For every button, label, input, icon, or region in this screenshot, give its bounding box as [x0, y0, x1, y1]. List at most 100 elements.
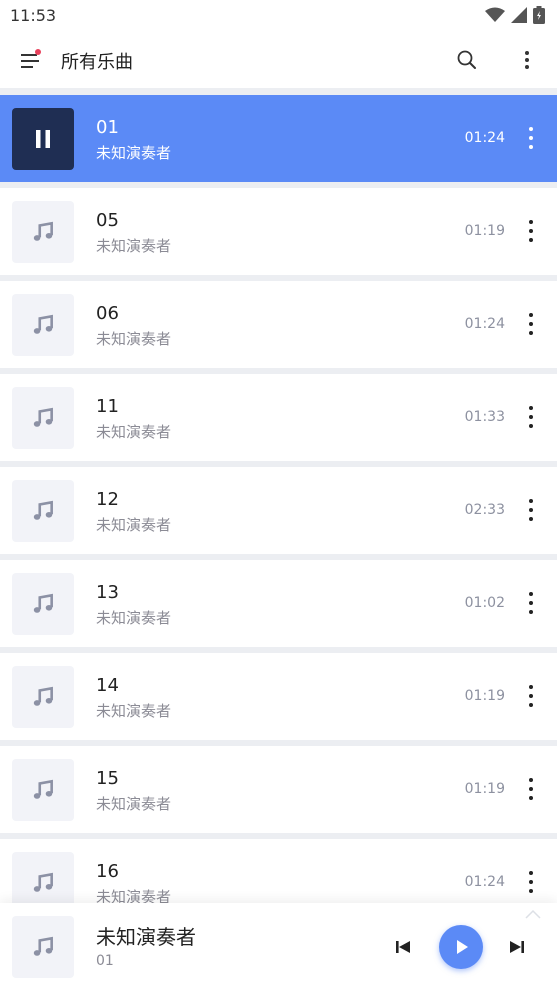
music-note-icon: [33, 221, 53, 241]
more-vert-dot: [529, 694, 533, 698]
music-note-icon: [33, 407, 53, 427]
track-duration: 01:19: [464, 223, 505, 239]
player-subtitle: 01: [96, 953, 114, 969]
more-vert-icon: [525, 51, 529, 69]
track-row[interactable]: 12 未知演奏者 02:33: [0, 467, 557, 554]
track-row[interactable]: 01 未知演奏者 01:24: [0, 95, 557, 182]
more-vert-icon: [529, 499, 533, 503]
music-note-icon: [33, 686, 53, 706]
more-vert-icon: [529, 406, 533, 410]
more-vert-dot: [529, 331, 533, 335]
track-name: 06: [96, 303, 119, 324]
track-duration: 01:24: [464, 874, 505, 890]
track-more-button[interactable]: [527, 406, 535, 428]
track-row[interactable]: 06 未知演奏者 01:24: [0, 281, 557, 368]
more-vert-dot: [529, 889, 533, 893]
more-vert-dot: [529, 880, 533, 884]
music-note-icon: [33, 779, 53, 799]
more-vert-icon: [529, 685, 533, 689]
more-vert-icon: [529, 778, 533, 782]
search-icon: [457, 50, 476, 69]
wifi-icon: [485, 7, 505, 22]
track-artist: 未知演奏者: [96, 795, 172, 813]
track-artwork[interactable]: [12, 294, 74, 356]
track-more-button[interactable]: [527, 127, 535, 149]
track-row[interactable]: 13 未知演奏者 01:02: [0, 560, 557, 647]
more-vert-icon: [529, 871, 533, 875]
next-button[interactable]: [507, 937, 527, 957]
menu-button[interactable]: [18, 46, 46, 74]
track-name: 05: [96, 210, 119, 231]
more-vert-dot: [529, 424, 533, 428]
track-more-button[interactable]: [527, 871, 535, 893]
track-more-button[interactable]: [527, 778, 535, 800]
status-time: 11:53: [10, 6, 57, 25]
player-artwork: [12, 916, 74, 978]
track-row[interactable]: 14 未知演奏者 01:19: [0, 653, 557, 740]
track-artwork[interactable]: [12, 387, 74, 449]
more-vert-icon: [529, 220, 533, 224]
track-name: 12: [96, 489, 119, 510]
page-title: 所有乐曲: [61, 52, 133, 73]
search-button[interactable]: [455, 48, 479, 72]
menu-icon: [21, 49, 41, 68]
battery-icon: [533, 6, 545, 24]
more-vert-icon: [529, 127, 533, 131]
track-duration: 01:24: [464, 316, 505, 332]
track-artist: 未知演奏者: [96, 423, 172, 441]
track-artist: 未知演奏者: [96, 702, 172, 720]
chevron-up-icon[interactable]: [523, 908, 543, 920]
track-artwork[interactable]: [12, 759, 74, 821]
track-artist: 未知演奏者: [96, 609, 172, 627]
track-row[interactable]: 11 未知演奏者 01:33: [0, 374, 557, 461]
track-name: 01: [96, 117, 119, 138]
track-duration: 01:19: [464, 688, 505, 704]
more-vert-dot: [529, 508, 533, 512]
system-icons: [485, 6, 545, 24]
track-row[interactable]: 05 未知演奏者 01:19: [0, 188, 557, 275]
more-vert-dot: [529, 229, 533, 233]
overflow-menu-button[interactable]: [515, 48, 539, 72]
status-bar: 11:53: [0, 0, 557, 32]
more-vert-dot: [529, 787, 533, 791]
skip-previous-icon: [396, 941, 410, 953]
more-vert-icon: [529, 592, 533, 596]
more-vert-dot: [529, 415, 533, 419]
music-note-icon: [33, 936, 53, 956]
track-artwork[interactable]: [12, 108, 74, 170]
previous-button[interactable]: [393, 937, 413, 957]
play-button[interactable]: [439, 925, 483, 969]
track-artist: 未知演奏者: [96, 516, 172, 534]
track-artwork[interactable]: [12, 201, 74, 263]
track-name: 11: [96, 396, 119, 417]
music-note-icon: [33, 500, 53, 520]
more-vert-dot: [529, 322, 533, 326]
track-more-button[interactable]: [527, 313, 535, 335]
track-more-button[interactable]: [527, 220, 535, 242]
track-artist: 未知演奏者: [96, 330, 172, 348]
music-note-icon: [33, 593, 53, 613]
track-duration: 01:19: [464, 781, 505, 797]
more-vert-icon: [529, 313, 533, 317]
music-note-icon: [33, 314, 53, 334]
more-vert-dot: [529, 703, 533, 707]
track-name: 14: [96, 675, 119, 696]
pause-icon: [36, 130, 50, 148]
mini-player[interactable]: 未知演奏者 01: [0, 903, 557, 990]
app-bar: 所有乐曲: [0, 32, 557, 88]
more-vert-dot: [529, 601, 533, 605]
track-name: 13: [96, 582, 119, 603]
track-duration: 01:24: [464, 130, 505, 146]
track-more-button[interactable]: [527, 499, 535, 521]
track-row[interactable]: 15 未知演奏者 01:19: [0, 746, 557, 833]
skip-next-icon: [510, 941, 524, 953]
track-artist: 未知演奏者: [96, 144, 172, 162]
track-name: 16: [96, 861, 119, 882]
track-artwork[interactable]: [12, 666, 74, 728]
track-more-button[interactable]: [527, 685, 535, 707]
track-artist: 未知演奏者: [96, 237, 172, 255]
more-vert-dot: [529, 145, 533, 149]
track-more-button[interactable]: [527, 592, 535, 614]
track-artwork[interactable]: [12, 573, 74, 635]
track-artwork[interactable]: [12, 480, 74, 542]
